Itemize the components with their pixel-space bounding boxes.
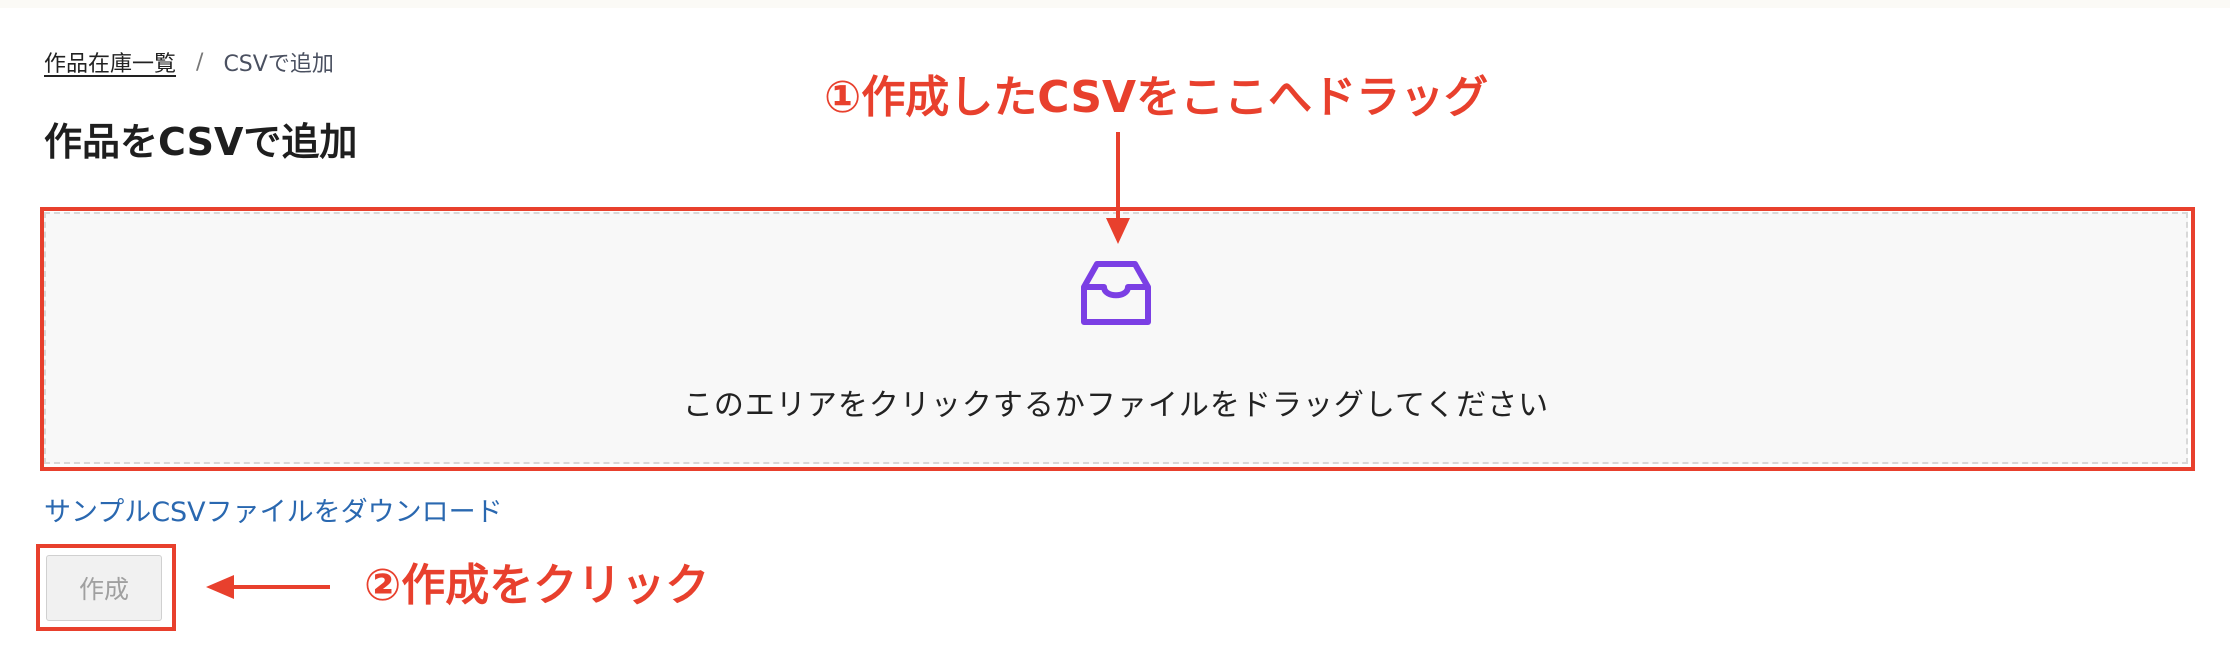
csv-dropzone[interactable] [44, 212, 2188, 464]
annotation-step1: ①作成したCSVをここへドラッグ [824, 72, 1489, 123]
sample-csv-download-link[interactable]: サンプルCSVファイルをダウンロード [44, 490, 503, 529]
breadcrumb-parent-link[interactable]: 作品在庫一覧 [44, 46, 176, 78]
create-button[interactable]: 作成 [46, 555, 162, 621]
inbox-icon [1081, 261, 1151, 325]
breadcrumb: 作品在庫一覧 / CSVで追加 [44, 44, 334, 80]
breadcrumb-current: CSVで追加 [223, 52, 334, 77]
breadcrumb-separator: / [196, 49, 204, 75]
arrow-left-icon [206, 575, 330, 599]
annotation-step2: ②作成をクリック [364, 560, 710, 611]
top-strip [0, 0, 2230, 8]
page-title: 作品をCSVで追加 [44, 120, 358, 164]
dropzone-instruction: このエリアをクリックするかファイルをドラッグしてください [682, 388, 1550, 423]
